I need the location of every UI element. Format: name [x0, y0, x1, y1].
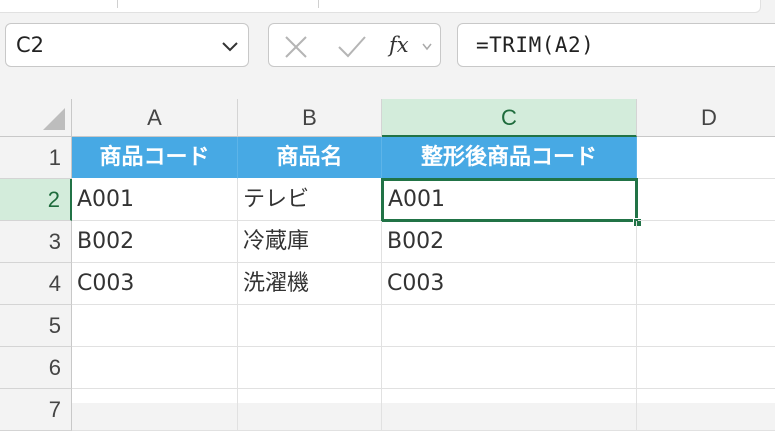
cell-c5[interactable] [382, 305, 637, 347]
row-header-2[interactable]: 2 [0, 179, 72, 221]
select-all-triangle-icon[interactable] [43, 108, 65, 130]
cell-c3[interactable]: B002 [382, 221, 637, 263]
cell-a7[interactable] [72, 389, 238, 431]
cell-a5[interactable] [72, 305, 238, 347]
cell-a2[interactable]: A001 [72, 179, 238, 221]
select-all-corner[interactable] [0, 99, 72, 137]
column-header-a[interactable]: A [72, 99, 238, 137]
cell-d3[interactable] [637, 221, 775, 263]
cell-c4[interactable]: C003 [382, 263, 637, 305]
cell-b3[interactable]: 冷蔵庫 [238, 221, 382, 263]
column-header-c[interactable]: C [382, 99, 637, 137]
row-header-1[interactable]: 1 [0, 137, 72, 179]
cell-a1[interactable]: 商品コード [72, 137, 238, 179]
row-header-4[interactable]: 4 [0, 263, 72, 305]
cell-c1[interactable]: 整形後商品コード [382, 137, 637, 179]
cancel-icon[interactable] [283, 34, 309, 60]
column-header-d[interactable]: D [637, 99, 775, 137]
cell-b7[interactable] [238, 389, 382, 431]
cell-d4[interactable] [637, 263, 775, 305]
cell-a6[interactable] [72, 347, 238, 389]
column-header-b[interactable]: B [238, 99, 382, 137]
chevron-down-icon[interactable] [220, 36, 240, 56]
ribbon-divider [318, 0, 319, 8]
name-box[interactable]: C2 [5, 23, 249, 67]
cell-a4[interactable]: C003 [72, 263, 238, 305]
cell-b4[interactable]: 洗濯機 [238, 263, 382, 305]
formula-bar[interactable]: =TRIM(A2) [457, 23, 775, 67]
insert-function-icon[interactable]: fx [389, 33, 409, 57]
cell-b6[interactable] [238, 347, 382, 389]
formula-controls: fx [268, 23, 441, 67]
chevron-down-icon[interactable] [421, 42, 433, 52]
row-header-7[interactable]: 7 [0, 389, 72, 431]
row-header-3[interactable]: 3 [0, 221, 72, 263]
cell-c6[interactable] [382, 347, 637, 389]
cell-b5[interactable] [238, 305, 382, 347]
cell-a3[interactable]: B002 [72, 221, 238, 263]
cell-c2-active[interactable]: A001 [381, 178, 638, 222]
enter-check-icon[interactable] [337, 34, 367, 60]
cell-d5[interactable] [637, 305, 775, 347]
cell-d2[interactable] [638, 179, 775, 221]
cell-b1[interactable]: 商品名 [238, 137, 382, 179]
cell-d1[interactable] [637, 137, 775, 179]
name-box-value: C2 [16, 33, 45, 57]
cell-d6[interactable] [637, 347, 775, 389]
row-header-5[interactable]: 5 [0, 305, 72, 347]
row-header-6[interactable]: 6 [0, 347, 72, 389]
cell-b2[interactable]: テレビ [238, 179, 382, 221]
cell-c7[interactable] [382, 389, 637, 431]
cell-d7[interactable] [637, 389, 775, 431]
formula-bar-value: =TRIM(A2) [476, 33, 595, 57]
ribbon-divider [117, 0, 118, 8]
top-strip [0, 0, 775, 14]
worksheet-grid[interactable]: A B C D 1 2 3 4 5 6 7 商品コード 商品名 整形後商品コード… [0, 99, 775, 431]
ribbon-edge [0, 0, 761, 13]
